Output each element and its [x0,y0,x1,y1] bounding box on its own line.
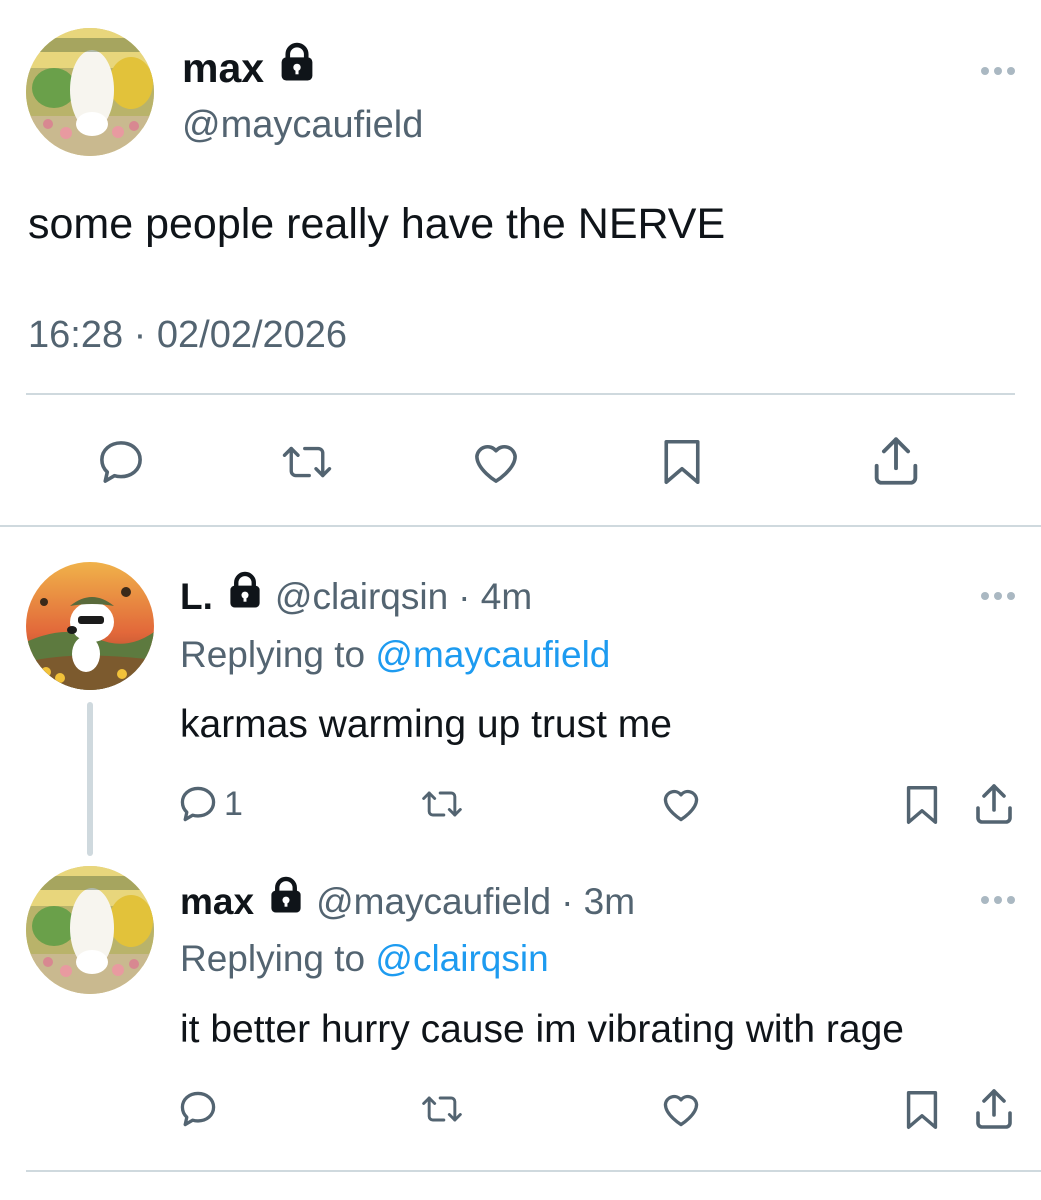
share-button[interactable] [970,1085,1018,1133]
lock-icon [227,571,263,622]
avatar-image [26,866,154,994]
divider [0,525,1041,527]
author-name[interactable]: L. [180,572,213,622]
like-button[interactable] [469,435,523,489]
tweet-timestamp[interactable]: 16:28 · 02/02/2026 [28,310,347,360]
retweet-button[interactable] [278,435,336,489]
share-icon [976,784,1012,824]
bookmark-icon [906,1091,938,1129]
author-name[interactable]: max [180,877,254,927]
bookmark-icon [664,439,700,485]
replying-to: Replying to @clairqsin [180,934,549,984]
replying-to: Replying to @maycaufield [180,630,610,680]
reply-icon [180,1091,216,1127]
like-button[interactable] [659,1087,703,1131]
more-icon[interactable] [981,67,1015,75]
like-icon [475,444,517,483]
more-icon[interactable] [981,592,1015,600]
retweet-button[interactable] [418,1087,466,1131]
author-handle[interactable]: @maycaufield [182,100,423,150]
share-icon [976,1089,1012,1129]
reply-time[interactable]: · 4m [458,572,532,622]
tweet-thread: max @maycaufield some people really have… [0,0,1041,1200]
retweet-icon [422,791,462,817]
reply-header: L. @clairqsin · 4m [180,571,532,622]
bookmark-button[interactable] [899,1087,945,1133]
replying-label: Replying to [180,938,366,979]
bookmark-button[interactable] [899,782,945,828]
more-icon[interactable] [981,896,1015,904]
bookmark-icon [906,786,938,824]
share-button[interactable] [970,780,1018,828]
author-name[interactable]: max [182,40,316,96]
reply-time[interactable]: · 3m [561,877,635,927]
reply-text: it better hurry cause im vibrating with … [180,1008,904,1051]
avatar-max[interactable] [26,28,154,156]
reply-icon [100,441,142,483]
retweet-icon [422,1096,462,1122]
lock-icon [268,876,304,927]
retweet-icon [282,446,332,478]
replying-label: Replying to [180,634,366,675]
author-handle[interactable]: @clairqsin [275,572,448,622]
reply-icon [180,786,216,822]
avatar-max[interactable] [26,866,154,994]
divider [26,393,1015,395]
tweet-text: some people really have the NERVE [28,200,726,248]
thread-line [87,702,93,856]
like-icon [663,789,699,822]
bookmark-button[interactable] [654,435,710,489]
author-name-text[interactable]: max [182,40,264,96]
author-handle[interactable]: @maycaufield [316,877,551,927]
avatar-image [26,28,154,156]
replying-mention[interactable]: @maycaufield [375,634,610,675]
avatar-clairqsin[interactable] [26,562,154,690]
reply-count: 1 [224,784,243,823]
share-icon [874,437,918,485]
divider [26,1170,1041,1172]
share-button[interactable] [867,432,925,490]
like-button[interactable] [659,782,703,826]
reply-button[interactable] [94,435,148,489]
reply-button[interactable] [176,1087,224,1131]
reply-header: max @maycaufield · 3m [180,876,635,927]
reply-button[interactable]: 1 [176,782,243,826]
retweet-button[interactable] [418,782,466,826]
replying-mention[interactable]: @clairqsin [375,938,548,979]
avatar-image [26,562,154,690]
reply-text: karmas warming up trust me [180,703,672,746]
like-icon [663,1094,699,1127]
lock-icon [278,40,316,96]
